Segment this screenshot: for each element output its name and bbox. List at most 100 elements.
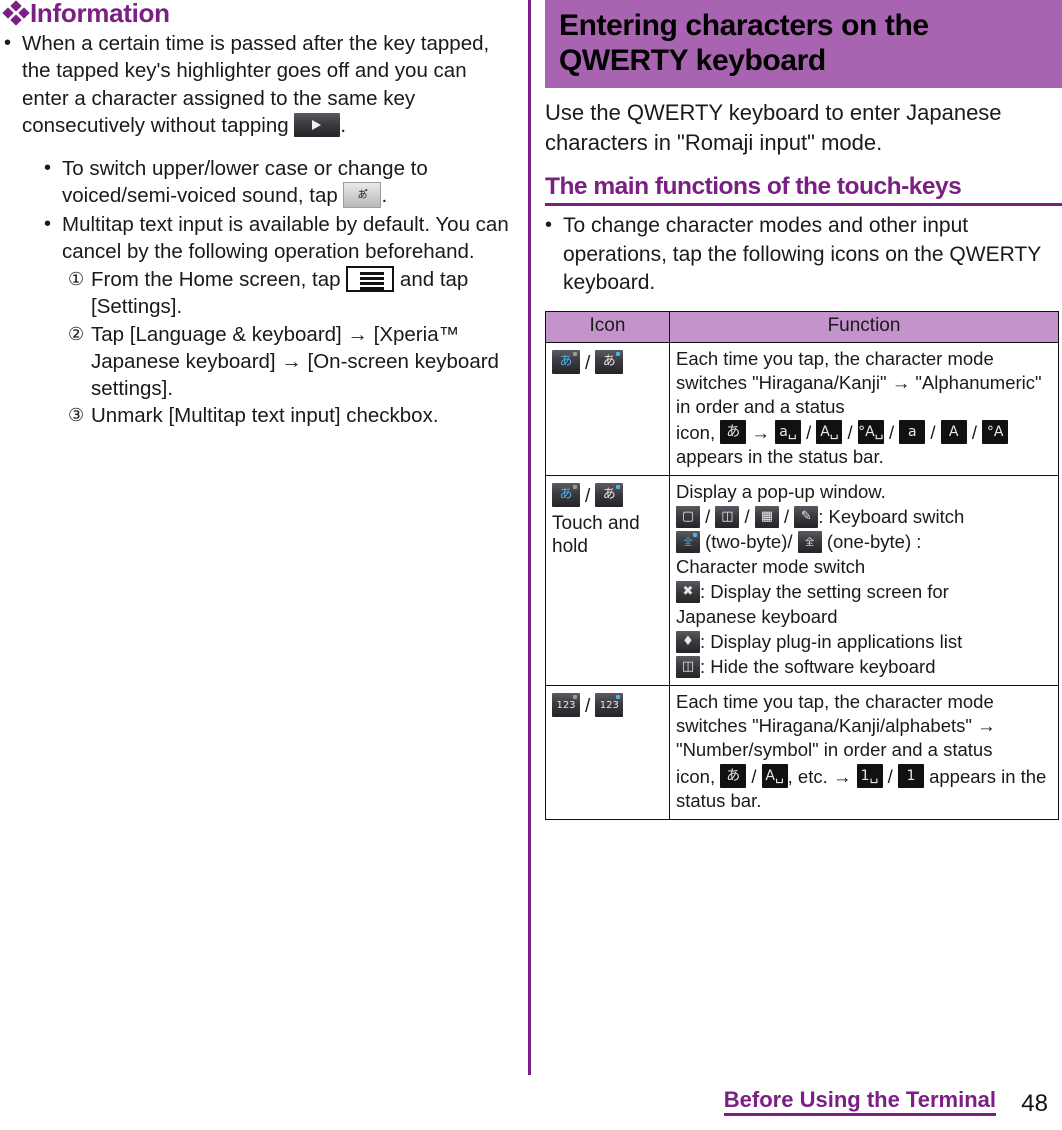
zenkaku-blue-icon: 全 [676,531,700,554]
next-key-icon [294,112,341,137]
aA-blue-key-icon: あ [552,349,580,374]
zenkaku-gray-icon: 全 [797,531,822,554]
table-header-function: Function [669,310,1059,343]
status-icon-a-halfwidth: a␣ [775,419,801,444]
row2-icon-sublabel: Touch and hold [552,512,640,557]
row2-line-2-label: : Keyboard switch [818,506,965,528]
bullet-glyph: • [44,157,52,179]
tools-icon: ✖ [676,581,700,604]
row3-icon-cell: 123/123 [545,685,670,820]
row3-line-2-mid: , etc. → [787,765,852,787]
icon-separator: / [585,696,591,718]
table-row: あ / あ Each time you tap, the character mod… [545,341,1059,477]
section-heading: The main functions of the touch-keys [545,172,1062,207]
qwerty-keyboard-icon: ◫ [715,506,740,529]
row2-line-3: 全 (two-byte)/ 全 (one-byte) : [676,530,1052,554]
row2-line-1: Display a pop-up window. [676,481,886,502]
table-row: あ / あ Touch and hold Display a pop-up wind… [545,474,1059,687]
chapter-banner: Entering characters on the QWERTY keyboa… [545,0,1062,89]
step-list: ① From the Home screen, tap and tap [Set… [68,266,512,430]
step-2: ② Tap [Language & keyboard] → [Xperia™ J… [68,321,512,403]
step-1-text: From the Home screen, tap and tap [Setti… [91,266,512,321]
section-bullet-list: • To change character modes and other in… [545,212,1062,296]
row1-icon-line: あ / あ [552,347,663,377]
row3-line-2: icon, あ / A␣, etc. → 1␣ / 1 appears in t… [676,763,1047,811]
table-row: 123/123 Each time you tap, the character… [545,685,1059,820]
row2-line-7-label: : Display plug-in applications list [700,631,963,653]
kana-toggle-key-icon: あ゙゚ [343,182,382,209]
row2-line-7: ♦: Display plug-in applications list [676,630,1052,654]
table-header-icon: Icon [545,310,670,343]
row3-line-2-prefix: icon, [676,765,721,787]
page-footer: Before Using the Terminal 48 [0,1080,1062,1122]
information-heading: Information [2,0,512,26]
row1-function-cell: Each time you tap, the character mode sw… [669,341,1059,477]
status-icon-number-fullwidth: 1 [897,763,924,788]
step-1-text-before: From the Home screen, tap [91,268,347,291]
row2-line-4: Character mode switch [676,556,866,578]
left-column: Information • When a certain time is pas… [0,0,520,1075]
sub-bullet-1: • To switch upper/lower case or change t… [44,155,512,210]
footer-page-number: 48 [1021,1090,1048,1117]
info-bullet-1-text-before: When a certain time is passed after the … [22,32,490,137]
aA-gray-key-icon: あ [595,483,624,507]
info-bullet-1-text: When a certain time is passed after the … [22,30,512,139]
arrow-glyph: → [751,421,770,443]
section-bullet-1-text: To change character modes and other inpu… [563,214,1041,294]
sub-bullet-2: • Multitap text input is available by de… [44,211,512,266]
row3-line-1: Each time you tap, the character mode sw… [676,691,996,761]
status-icon-number-halfwidth: 1␣ [856,763,883,788]
row1-line-2-prefix: icon, [676,421,721,443]
sub-bullet-2-text: Multitap text input is available by defa… [62,212,509,263]
sub-bullet-1-text: To switch upper/lower case or change to … [62,155,512,210]
123-blue-key-icon: 123 [595,693,624,718]
status-icon-A-halfwidth: A␣ [816,419,843,444]
section-bullet-1: • To change character modes and other in… [545,212,1062,296]
row2-function-cell: Display a pop-up window. ▢ / ◫ / ▦ / ✎: … [669,474,1059,687]
footer-chapter-title: Before Using the Terminal [723,1087,996,1116]
bullet-glyph: • [4,32,12,54]
row2-one-byte-label: (one-byte) : [826,531,922,553]
status-icon-A-caps-fullwidth: °A [982,419,1009,444]
sub-bullet-1-text-after: . [381,184,388,208]
row2-line-5-label: : Display the setting screen for [700,581,949,603]
step-2-number: ② [68,323,85,344]
step-3-number: ③ [68,405,85,426]
step-1: ① From the Home screen, tap and tap [Set… [68,266,512,321]
row2-line-5: ✖: Display the setting screen for [676,580,1052,604]
icon-separator: / [585,352,591,374]
diamond-cluster-icon [2,0,30,26]
row1-line-2: icon, あ → a␣ / A␣ / °A␣ / a / A / °A app… [676,419,1052,469]
info-bullet-1: • When a certain time is passed after th… [4,30,512,139]
step-1-number: ① [68,269,85,289]
row2-line-6: Japanese keyboard [676,606,838,628]
row2-line-8-label: : Hide the software keyboard [700,656,936,678]
step-3: ③ Unmark [Multitap text input] checkbox. [68,402,512,429]
info-bullet-1-text-after: . [340,113,347,137]
step-2-text: Tap [Language & keyboard] → [Xperia™ Jap… [91,322,499,401]
column-divider [528,0,531,1075]
row1-line-1: Each time you tap, the character mode sw… [676,347,1042,417]
aA-blue-key-icon: あ [552,483,580,507]
row2-icon-cell: あ / あ Touch and hold [545,474,670,687]
row2-icon-line: あ / あ [552,480,663,510]
row2-line-2: ▢ / ◫ / ▦ / ✎: Keyboard switch [676,505,1052,529]
plugin-puzzle-icon: ♦ [676,631,700,654]
functions-table: Icon Function あ / あ Each time you tap, the… [545,310,1059,820]
row1-icon-cell: あ / あ [545,341,670,477]
row2-two-byte-label: (two-byte)/ [705,531,793,553]
123-gray-key-icon: 123 [552,693,580,718]
lead-paragraph: Use the QWERTY keyboard to enter Japanes… [545,100,1002,156]
aA-gray-key-icon: あ [595,349,624,374]
row2-line-8: ◫: Hide the software keyboard [676,655,1052,679]
status-icon-A-halfwidth: A␣ [761,763,788,788]
row1-line-2-suffix: appears in the status bar. [676,445,884,467]
status-icon-A-fullwidth: A [940,419,967,444]
bullet-glyph: • [44,212,52,235]
status-icon-a-fullwidth: a [899,419,926,444]
row3-function-cell: Each time you tap, the character mode sw… [669,685,1059,820]
status-icon-hiragana: あ [720,419,747,444]
step-3-text: Unmark [Multitap text input] checkbox. [91,404,439,428]
sub-bullet-list: • To switch upper/lower case or change t… [44,155,512,430]
handwriting-icon: ✎ [794,506,819,529]
